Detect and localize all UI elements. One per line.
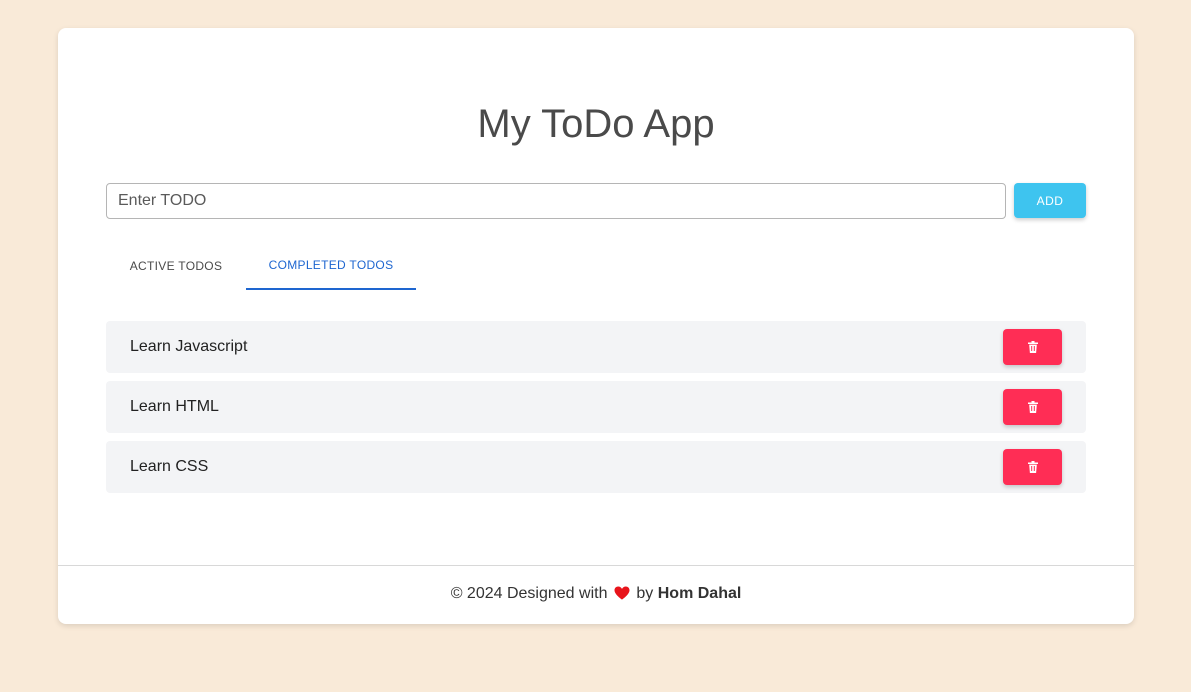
footer-prefix: © 2024 Designed with <box>450 585 608 602</box>
trash-icon <box>1027 341 1038 353</box>
page-title: My ToDo App <box>477 102 715 146</box>
footer-by: by <box>636 585 654 602</box>
footer-author: Hom Dahal <box>657 585 742 602</box>
list-item: Learn CSS <box>106 441 1086 493</box>
app-card: My ToDo App ADD ACTIVE TODOS COMPLETED T… <box>58 28 1134 624</box>
footer-divider <box>58 565 1134 566</box>
add-button[interactable]: ADD <box>1014 183 1086 218</box>
trash-icon <box>1027 401 1038 413</box>
footer: © 2024 Designed with by Hom Dahal <box>58 585 1134 603</box>
trash-icon <box>1027 461 1038 473</box>
tab-active-todos[interactable]: ACTIVE TODOS <box>106 242 246 290</box>
todo-label: Learn CSS <box>130 458 209 475</box>
tab-completed-todos[interactable]: COMPLETED TODOS <box>246 242 416 290</box>
list-item: Learn HTML <box>106 381 1086 433</box>
todo-label: Learn HTML <box>130 398 219 415</box>
delete-button[interactable] <box>1003 389 1062 425</box>
todo-input[interactable] <box>106 183 1006 219</box>
list-item: Learn Javascript <box>106 321 1086 373</box>
heart-icon <box>614 586 630 600</box>
todo-label: Learn Javascript <box>130 338 248 355</box>
todo-list: Learn Javascript Learn HTML Learn CSS <box>106 321 1086 501</box>
delete-button[interactable] <box>1003 329 1062 365</box>
delete-button[interactable] <box>1003 449 1062 485</box>
